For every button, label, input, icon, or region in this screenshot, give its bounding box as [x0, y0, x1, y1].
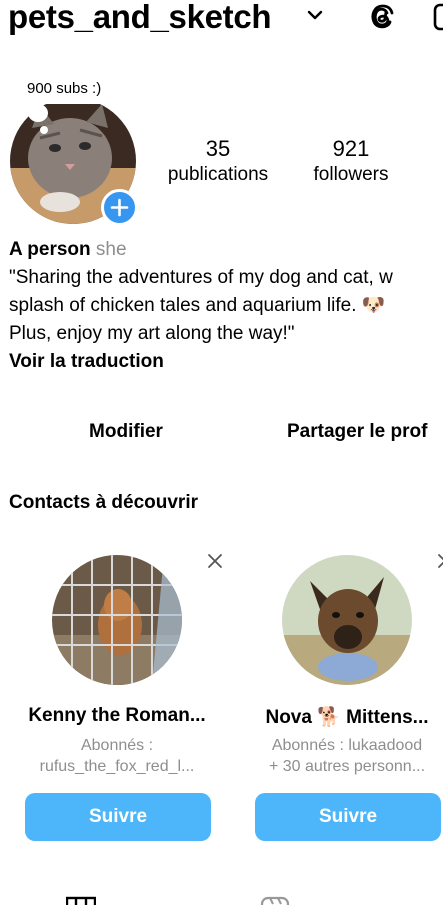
suggestion-avatar[interactable] — [282, 555, 412, 685]
edit-profile-button[interactable]: Modifier — [26, 414, 226, 450]
follow-button[interactable]: Suivre — [25, 793, 211, 841]
note-bubble-dot — [28, 104, 48, 122]
suggestion-followers: Abonnés : rufus_the_fox_red_l... — [17, 735, 217, 777]
suggestion-avatar[interactable] — [52, 555, 182, 685]
dog-photo — [52, 555, 182, 685]
share-profile-button[interactable]: Partager le prof — [287, 414, 427, 450]
publications-count: 35 — [205, 136, 231, 161]
account-username[interactable]: pets_and_sketch — [8, 0, 272, 36]
suggestion-name: Kenny the Roman... — [28, 705, 206, 726]
suggestion-sub-line-2: + 30 autres personn... — [268, 758, 426, 775]
bio-name-line: A person she — [9, 236, 443, 264]
see-translation-link[interactable]: Voir la traduction — [9, 348, 443, 376]
plus-icon — [110, 198, 129, 217]
dog-photo — [282, 555, 412, 685]
reels-icon[interactable] — [260, 895, 290, 905]
bio-line-1: "Sharing the adventures of my dog and ca… — [9, 267, 393, 288]
grid-icon[interactable] — [66, 895, 96, 905]
top-bar: pets_and_sketch — [0, 0, 443, 40]
add-story-button[interactable] — [101, 189, 138, 226]
discover-contacts-title: Contacts à découvrir — [9, 492, 198, 513]
suggestion-sub-line-1: Abonnés : — [80, 737, 154, 754]
publications-label: publications — [167, 164, 269, 185]
profile-note[interactable]: 900 subs :) — [15, 76, 114, 104]
suggestion-card[interactable]: Kenny the Roman... Abonnés : rufus_the_f… — [17, 545, 222, 845]
publications-stat[interactable]: 35 publications — [150, 136, 286, 188]
close-icon[interactable] — [437, 553, 443, 569]
threads-icon[interactable] — [365, 0, 399, 34]
close-icon[interactable] — [207, 553, 223, 569]
suggestion-name: Nova 🐕 Mittens... — [265, 707, 429, 728]
pronouns: she — [95, 239, 127, 260]
display-name: A person — [9, 239, 91, 260]
suggestion-sub-line-1: Abonnés : lukaadood — [271, 737, 423, 754]
suggestion-followers: Abonnés : lukaadood + 30 autres personn.… — [247, 735, 443, 777]
bio-line-2: splash of chicken tales and aquarium lif… — [9, 295, 386, 316]
followers-stat[interactable]: 921 followers — [302, 136, 400, 188]
followers-count: 921 — [332, 136, 370, 161]
suggestion-sub-line-2: rufus_the_fox_red_l... — [39, 758, 195, 775]
suggestion-card[interactable]: Nova 🐕 Mittens... Abonnés : lukaadood + … — [247, 545, 443, 845]
follow-button[interactable]: Suivre — [255, 793, 441, 841]
bio-line-3: Plus, enjoy my art along the way!" — [9, 323, 295, 344]
profile-actions: Modifier Partager le prof — [0, 414, 443, 450]
note-bubble-dot-small — [40, 126, 48, 134]
chevron-down-icon[interactable] — [305, 8, 325, 24]
profile-bio: A person she "Sharing the adventures of … — [9, 236, 443, 376]
plus-square-icon[interactable] — [432, 2, 443, 32]
followers-label: followers — [313, 164, 389, 185]
